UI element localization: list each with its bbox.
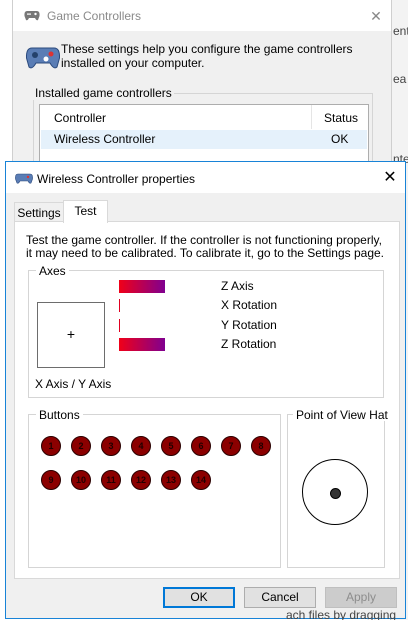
z-axis-label: Z Axis: [221, 279, 254, 293]
pov-group-label: Point of View Hat: [293, 409, 391, 421]
close-icon[interactable]: ✕: [365, 5, 387, 27]
gamepad-icon: [15, 173, 33, 184]
buttons-group-label: Buttons: [36, 409, 83, 421]
controller-button-indicator: 7: [221, 436, 241, 456]
game-controllers-description: These settings help you configure the ga…: [61, 42, 353, 70]
column-header-controller[interactable]: Controller: [54, 107, 107, 129]
controller-button-indicator: 2: [71, 436, 91, 456]
z-axis-bar: [119, 280, 165, 293]
ok-button[interactable]: OK: [163, 587, 235, 608]
x-rotation-label: X Rotation: [221, 298, 278, 312]
game-controllers-window: Game Controllers ✕ These settings help y…: [12, 0, 392, 174]
xy-crosshair: +: [66, 326, 76, 342]
controller-properties-dialog: Wireless Controller properties ✕ Setting…: [5, 161, 406, 619]
tab-settings[interactable]: Settings: [14, 202, 64, 223]
controller-button-indicator: 9: [41, 470, 61, 490]
controller-row[interactable]: Wireless Controller OK: [41, 130, 367, 149]
controller-button-indicator: 11: [101, 470, 121, 490]
gamepad-icon: [24, 11, 40, 21]
axes-group-label: Axes: [36, 265, 69, 277]
intro-text: Test the game controller. If the control…: [26, 233, 385, 260]
dialog-titlebar: Wireless Controller properties ✕: [6, 162, 405, 193]
tab-test[interactable]: Test: [63, 200, 108, 223]
apply-button[interactable]: Apply: [325, 587, 397, 608]
cancel-button[interactable]: Cancel: [244, 587, 316, 608]
controller-button-indicator: 1: [41, 436, 61, 456]
controller-name: Wireless Controller: [54, 132, 156, 146]
z-rotation-bar: [119, 338, 165, 351]
game-controllers-title: Game Controllers: [47, 9, 142, 23]
controller-button-indicator: 10: [71, 470, 91, 490]
close-icon[interactable]: ✕: [378, 166, 402, 190]
column-header-status[interactable]: Status: [324, 107, 359, 129]
controller-button-indicator: 12: [131, 470, 151, 490]
xy-axis-label: X Axis / Y Axis: [35, 377, 112, 391]
xy-axis-display: +: [37, 302, 105, 368]
background-text: ea: [393, 72, 407, 86]
controller-button-indicator: 4: [131, 436, 151, 456]
controller-button-indicator: 6: [191, 436, 211, 456]
controller-button-indicator: 14: [191, 470, 211, 490]
buttons-group: [28, 414, 281, 568]
gamepad-icon: [25, 47, 61, 69]
background-text: ach files by dragging: [286, 608, 397, 620]
controller-button-indicator: 3: [101, 436, 121, 456]
pov-hat-indicator: [330, 488, 341, 499]
y-rotation-label: Y Rotation: [221, 318, 277, 332]
controller-button-indicator: 5: [161, 436, 181, 456]
z-rotation-label: Z Rotation: [221, 337, 277, 351]
installed-controllers-label: Installed game controllers: [33, 86, 174, 100]
column-separator: [311, 105, 312, 129]
controller-status: OK: [331, 132, 349, 146]
x-rotation-bar: [119, 299, 120, 312]
controller-button-indicator: 13: [161, 470, 181, 490]
controller-button-indicator: 8: [251, 436, 271, 456]
background-text: ent: [393, 24, 408, 38]
y-rotation-bar: [119, 319, 120, 332]
game-controllers-titlebar: Game Controllers ✕: [13, 0, 391, 31]
dialog-title: Wireless Controller properties: [37, 172, 196, 186]
